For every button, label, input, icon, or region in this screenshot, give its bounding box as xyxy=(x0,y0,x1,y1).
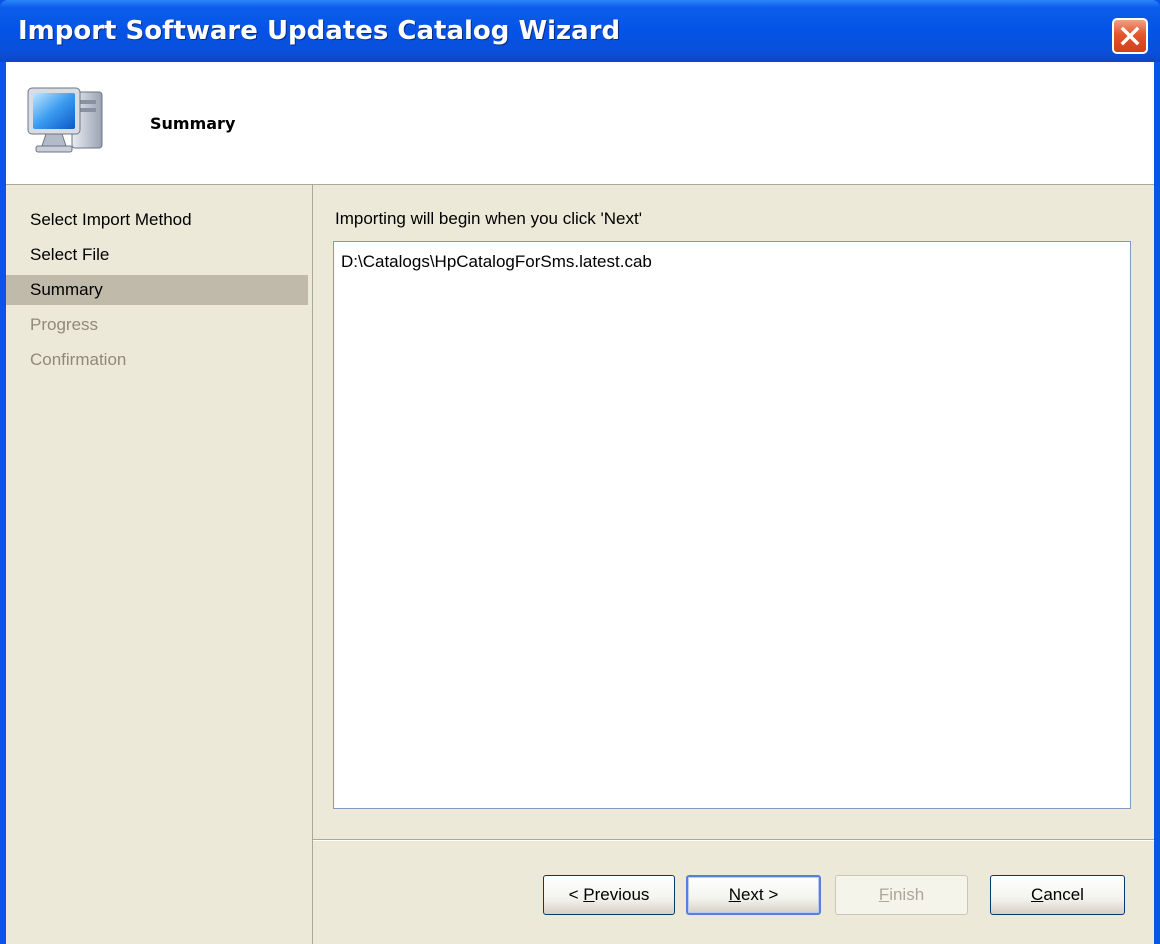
wizard-content: Importing will begin when you click 'Nex… xyxy=(313,185,1154,944)
cancel-button[interactable]: Cancel xyxy=(990,875,1125,915)
next-button[interactable]: Next > xyxy=(686,875,821,915)
previous-button-label: revious xyxy=(594,885,650,904)
previous-button-mnemonic: P xyxy=(583,885,595,904)
step-confirmation: Confirmation xyxy=(30,350,127,369)
wizard-client-area: Summary Select Import Method Select File… xyxy=(6,62,1154,944)
next-button-mnemonic: N xyxy=(728,885,741,904)
title-bar[interactable]: Import Software Updates Catalog Wizard xyxy=(0,0,1160,62)
wizard-header: Summary xyxy=(6,62,1154,185)
previous-button-prefix: < xyxy=(568,885,584,904)
wizard-steps-nav: Select Import Method Select File Summary… xyxy=(6,185,313,944)
separator-highlight xyxy=(313,840,1154,841)
cancel-button-mnemonic: C xyxy=(1031,885,1044,904)
close-button[interactable] xyxy=(1112,18,1148,54)
finish-button[interactable]: Finish xyxy=(835,875,968,915)
window-title: Import Software Updates Catalog Wizard xyxy=(18,16,621,46)
summary-textbox[interactable]: D:\Catalogs\HpCatalogForSms.latest.cab xyxy=(333,241,1131,809)
step-select-file: Select File xyxy=(30,245,110,264)
wizard-window: Import Software Updates Catalog Wizard S… xyxy=(0,0,1160,944)
instruction-label: Importing will begin when you click 'Nex… xyxy=(335,209,642,228)
close-icon xyxy=(1120,26,1140,46)
step-summary: Summary xyxy=(6,275,308,305)
next-button-label: ext > xyxy=(740,885,779,904)
computer-icon xyxy=(22,82,114,170)
finish-button-label: inish xyxy=(889,885,925,904)
page-title: Summary xyxy=(150,114,236,133)
finish-button-mnemonic: F xyxy=(878,885,890,904)
step-select-import-method: Select Import Method xyxy=(30,210,192,229)
cancel-button-label: ancel xyxy=(1043,885,1084,904)
step-progress: Progress xyxy=(30,315,99,334)
previous-button[interactable]: < Previous xyxy=(543,875,675,915)
summary-file-path: D:\Catalogs\HpCatalogForSms.latest.cab xyxy=(341,252,652,271)
